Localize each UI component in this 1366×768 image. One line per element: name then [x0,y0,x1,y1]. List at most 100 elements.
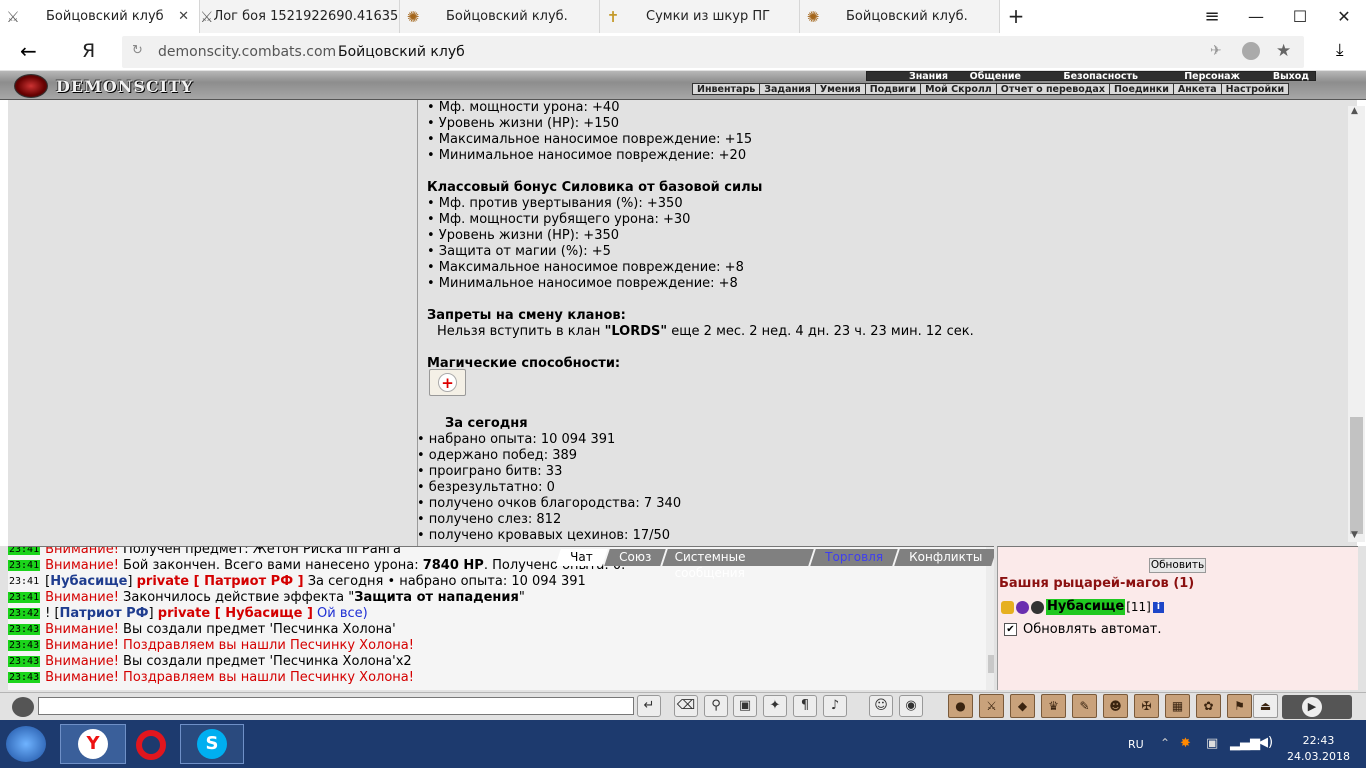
exit-icon[interactable]: ⏏ [1253,694,1278,718]
back-button[interactable]: ← [20,39,37,63]
chat-scrollbar[interactable] [986,547,994,690]
send-icon[interactable]: ↵ [637,695,661,717]
chat-message: 23:42! [Патриот РФ] private [ Нубасище ]… [8,606,368,621]
sound-icon[interactable]: ♪ [823,695,847,717]
auto-refresh[interactable]: ✔ Обновлять автомат. [1004,622,1162,637]
menu-communication[interactable]: Общение [954,72,1027,82]
menu-security[interactable]: Безопасность [1027,72,1144,82]
tab-active[interactable]: ⚔ Бойцовский клуб ✕ [0,0,200,33]
tab-conflicts[interactable]: Конфликты [894,549,994,566]
yandex-logo[interactable]: Я [82,40,95,62]
yandex-browser-app[interactable]: Y [60,724,126,764]
menu-quests[interactable]: Задания [760,83,816,95]
smile-menu-icon[interactable] [12,697,34,717]
bonus-line: • Уровень жизни (HP): +350 [427,228,620,243]
scroll-thumb[interactable] [1350,417,1363,534]
today-title: За сегодня [445,416,528,431]
new-tab-button[interactable]: + [994,0,1038,33]
signal-icon[interactable]: ▂▄▆ [1230,736,1260,751]
user-list-panel: Обновить Башня рыцарей-магов (1) Нубасищ… [997,546,1358,690]
translit-icon[interactable]: ¶ [793,695,817,717]
close-icon[interactable]: ✕ [178,9,189,24]
menu-achievements[interactable]: Подвиги [866,83,922,95]
menu-profile[interactable]: Анкета [1174,83,1222,95]
protect-icon[interactable] [1242,42,1260,60]
timer-widget[interactable]: ▶ [1282,695,1352,719]
network-status-icon[interactable]: ▣ [1206,736,1218,751]
menu-transfer-report[interactable]: Отчет о переводах [997,83,1110,95]
play-icon[interactable]: ▶ [1302,697,1322,717]
tab-bags[interactable]: ✝ Сумки из шкур ПГ [600,0,800,33]
sword-icon[interactable]: ⚔ [979,694,1004,718]
menu-inventory[interactable]: Инвентарь [693,83,761,95]
menu-exit[interactable]: Выход [1246,72,1315,82]
iron-cross-icon[interactable]: ✠ [1134,694,1159,718]
clan-name: "LORDS" [604,324,668,339]
smile-icon[interactable]: ☺ [869,695,893,717]
tab-fight-club-3[interactable]: ✺ Бойцовский клуб. [800,0,1000,33]
mask-icon[interactable]: ☻ [1103,694,1128,718]
minimize-icon[interactable]: — [1234,0,1278,33]
tab-system-messages[interactable]: Системные сообщения [662,549,814,580]
save-log-icon[interactable]: ▣ [733,695,757,717]
menu-settings[interactable]: Настройки [1222,84,1289,95]
gift-icon[interactable]: ▦ [1165,694,1190,718]
filter-icon[interactable]: ⚲ [704,695,728,717]
menu-icon[interactable]: ≡ [1190,0,1234,33]
menu-skills[interactable]: Умения [816,83,866,95]
info-icon[interactable]: i [1152,601,1164,613]
main-scrollbar[interactable]: ▲ ▼ [1348,106,1365,542]
menu-character[interactable]: Персонаж [1144,72,1246,82]
emblem-icon: ✺ [406,7,420,26]
healing-scroll-icon[interactable]: + [429,369,466,396]
bag-icon[interactable]: ◆ [1010,694,1035,718]
language-indicator[interactable]: RU [1128,738,1144,751]
sub-menu: Инвентарь Задания Умения Подвиги Мой Скр… [692,83,1290,95]
lion-icon[interactable]: ♛ [1041,694,1066,718]
lock-icon[interactable]: ● [948,694,973,718]
close-window-icon[interactable]: ✕ [1322,0,1366,33]
clear-icon[interactable]: ⌫ [674,695,698,717]
address-bar: ← Я ↻ demonscity.combats.com Бойцовский … [0,33,1366,71]
bonus-line: • Мф. мощности урона: +40 [427,100,620,115]
start-button[interactable] [6,726,46,762]
chat-input[interactable] [38,697,634,715]
volume-icon[interactable]: ◀) [1258,735,1273,750]
chat-nick[interactable]: Нубасище [50,574,127,589]
tab-trade[interactable]: Торговля [810,549,898,566]
maximize-icon[interactable]: ☐ [1278,0,1322,33]
menu-duels[interactable]: Поединки [1110,83,1174,95]
tab-fight-club-2[interactable]: ✺ Бойцовский клуб. [400,0,600,33]
fight-icon[interactable]: ✦ [763,695,787,717]
today-stat: • получено очков благородства: 7 340 [417,496,682,511]
paw-icon[interactable]: ✿ [1196,694,1221,718]
url-field[interactable]: ↻ demonscity.combats.com Бойцовский клуб… [122,36,1304,68]
helmet-icon[interactable]: ◉ [899,695,923,717]
scroll-icon[interactable]: ✎ [1072,694,1097,718]
download-icon[interactable]: ⤓ [1336,40,1344,60]
avast-icon[interactable]: ✸ [1180,736,1191,751]
tab-union[interactable]: Союз [603,549,666,566]
tray-expand-icon[interactable]: ⌃ [1160,736,1170,750]
windows-taskbar: Y S RU ⌃ ✸ ▣ ▂▄▆ ◀) 22:43 24.03.2018 [0,720,1366,768]
chat-nick[interactable]: Патриот РФ [60,606,149,621]
bookmark-star-icon[interactable]: ★ [1276,41,1291,61]
user-name[interactable]: Нубасище [1046,599,1126,615]
auto-refresh-checkbox[interactable]: ✔ [1004,623,1017,636]
menu-knowledge[interactable]: Знания [867,72,954,82]
skype-app[interactable]: S [180,724,244,764]
game-logo[interactable]: DEMONSCITY [14,74,192,98]
refresh-button[interactable]: Обновить [1149,558,1206,573]
reload-icon[interactable]: ↻ [132,43,143,58]
bonus-line: • Минимальное наносимое повреждение: +8 [427,276,738,291]
today-stat: • набрано опыта: 10 094 391 [417,432,616,447]
tab-battle-log[interactable]: ⚔ Лог боя 1521922690.41635... [200,0,400,33]
scroll-thumb[interactable] [988,655,994,673]
menu-my-scroll[interactable]: Мой Скролл [921,83,997,95]
opera-icon[interactable] [136,730,166,760]
turbo-icon[interactable]: ✈ [1210,43,1222,59]
flag-icon[interactable]: ⚑ [1227,694,1252,718]
emblem-icon: ✺ [806,7,820,26]
tab-chat[interactable]: Чат [555,549,608,566]
clock[interactable]: 22:43 24.03.2018 [1287,733,1350,765]
